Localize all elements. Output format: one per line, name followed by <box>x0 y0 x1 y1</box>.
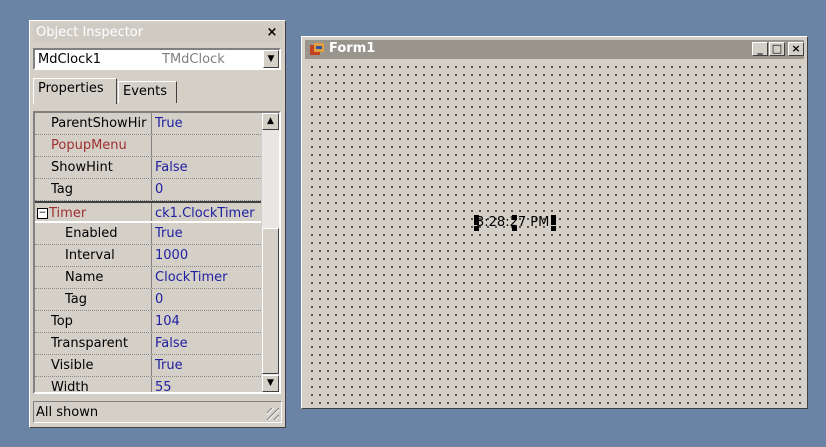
close-icon[interactable]: × <box>265 26 279 39</box>
column-divider[interactable] <box>151 267 152 288</box>
property-name: Transparent <box>51 336 128 351</box>
chevron-down-icon[interactable]: ▼ <box>263 50 279 68</box>
form-design-surface[interactable]: 3:28:27 PM <box>305 60 804 405</box>
property-value[interactable]: 104 <box>155 314 261 329</box>
property-row[interactable]: − Timer ck1.ClockTimer <box>35 201 261 223</box>
selection-handle[interactable] <box>551 226 556 231</box>
resize-grip-icon[interactable] <box>267 408 279 420</box>
column-divider[interactable] <box>151 333 152 354</box>
property-row[interactable]: Transparent False <box>35 333 261 355</box>
column-divider[interactable] <box>151 203 152 221</box>
property-row[interactable]: ParentShowHir True <box>35 113 261 135</box>
property-name: Name <box>65 270 104 285</box>
object-inspector-title: Object Inspector <box>36 25 144 40</box>
collapse-icon[interactable]: − <box>37 208 48 219</box>
property-value[interactable]: False <box>155 336 261 351</box>
tab-properties-label: Properties <box>38 81 104 96</box>
property-row[interactable]: Interval 1000 <box>35 245 261 267</box>
property-name: Interval <box>65 248 115 263</box>
property-name: Top <box>51 314 73 329</box>
object-inspector-title-bar[interactable]: Object Inspector × <box>33 24 282 42</box>
property-name: PopupMenu <box>51 138 127 153</box>
tab-events[interactable]: Events <box>118 81 177 103</box>
property-name: ShowHint <box>51 160 113 175</box>
property-row[interactable]: Name ClockTimer <box>35 267 261 289</box>
selection-handle[interactable] <box>512 226 517 231</box>
form-title-bar[interactable]: Form1 _ □ × <box>305 40 804 59</box>
property-row[interactable]: Top 104 <box>35 311 261 333</box>
column-divider[interactable] <box>151 179 152 200</box>
property-name: Timer <box>49 206 87 221</box>
column-divider[interactable] <box>151 311 152 332</box>
property-name: Visible <box>51 358 94 373</box>
tab-events-label: Events <box>123 84 168 99</box>
close-button[interactable]: × <box>788 42 804 56</box>
property-value[interactable]: False <box>155 160 261 175</box>
property-row[interactable]: ShowHint False <box>35 157 261 179</box>
minimize-button[interactable]: _ <box>752 42 768 56</box>
property-value[interactable]: 55 <box>155 380 261 392</box>
property-row[interactable]: Width 55 <box>35 377 261 394</box>
tab-properties[interactable]: Properties <box>33 78 117 104</box>
property-value[interactable]: 0 <box>155 182 261 197</box>
property-value[interactable]: True <box>155 226 261 241</box>
property-row[interactable]: PopupMenu <box>35 135 261 157</box>
component-type: TMdClock <box>162 52 225 67</box>
vertical-scrollbar[interactable]: ▲ ▼ <box>262 113 279 392</box>
scroll-thumb[interactable] <box>262 228 279 374</box>
property-row[interactable]: Tag 0 <box>35 179 261 201</box>
component-selector[interactable]: MdClock1 TMdClock ▼ <box>33 48 281 70</box>
selection-handle[interactable] <box>512 215 517 220</box>
component-name: MdClock1 <box>38 52 102 67</box>
form-window: Form1 _ □ × 3:28:27 PM <box>301 36 808 409</box>
property-name: Tag <box>51 182 74 197</box>
scroll-up-icon[interactable]: ▲ <box>262 113 279 130</box>
scroll-down-icon[interactable]: ▼ <box>262 375 279 392</box>
object-inspector-window: Object Inspector × MdClock1 TMdClock ▼ P… <box>29 20 286 428</box>
property-name: Enabled <box>65 226 118 241</box>
property-value[interactable]: True <box>155 358 261 373</box>
form-title: Form1 <box>329 41 376 56</box>
status-text: All shown <box>36 405 99 420</box>
property-row[interactable]: Tag 0 <box>35 289 261 311</box>
property-name: Width <box>51 380 89 394</box>
column-divider[interactable] <box>151 245 152 266</box>
maximize-button[interactable]: □ <box>769 42 785 56</box>
clock-component[interactable]: 3:28:27 PM <box>474 215 556 231</box>
column-divider[interactable] <box>151 135 152 156</box>
column-divider[interactable] <box>151 289 152 310</box>
column-divider[interactable] <box>151 377 152 392</box>
column-divider[interactable] <box>151 223 152 244</box>
property-name: Tag <box>65 292 88 307</box>
column-divider[interactable] <box>151 355 152 376</box>
status-bar: All shown <box>33 401 282 423</box>
property-value[interactable]: 0 <box>155 292 261 307</box>
property-row[interactable]: Enabled True <box>35 223 261 245</box>
property-value[interactable]: ck1.ClockTimer <box>155 206 261 221</box>
selection-handle[interactable] <box>474 226 479 231</box>
property-value[interactable]: True <box>155 116 261 131</box>
selection-handle[interactable] <box>474 220 479 225</box>
property-grid: Width 55 Visible True Transparent False Top 104… <box>33 111 281 394</box>
property-row[interactable]: Visible True <box>35 355 261 377</box>
selection-handle[interactable] <box>551 220 556 225</box>
column-divider[interactable] <box>151 157 152 178</box>
property-value[interactable]: ClockTimer <box>155 270 261 285</box>
column-divider[interactable] <box>151 113 152 134</box>
property-value[interactable]: 1000 <box>155 248 261 263</box>
property-name: ParentShowHir <box>51 116 147 131</box>
form-icon <box>310 43 324 55</box>
